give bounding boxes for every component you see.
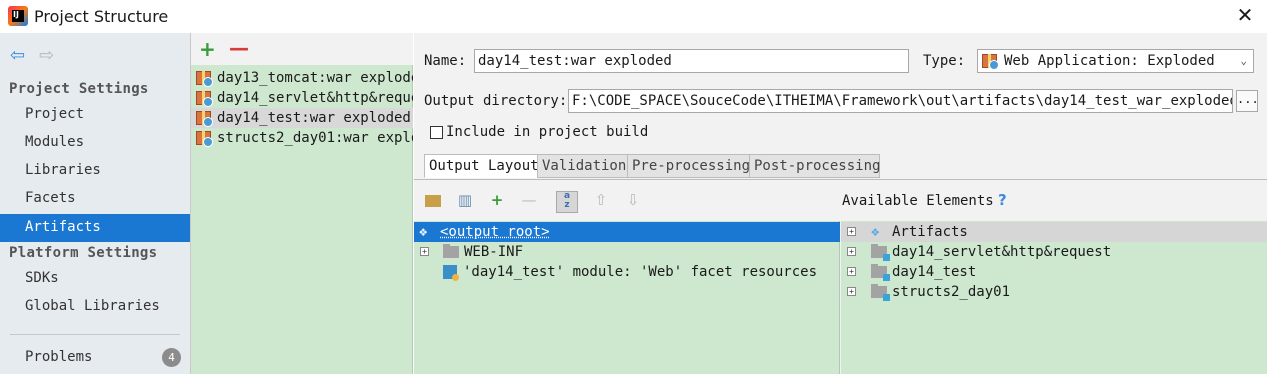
tree-node-label: 'day14_test' module: 'Web' facet resourc… <box>463 264 818 280</box>
sidebar-item-global-libraries[interactable]: Global Libraries <box>0 293 190 321</box>
tree-node-facet-resources[interactable]: 'day14_test' module: 'Web' facet resourc… <box>414 262 840 282</box>
sort-az-icon[interactable]: az <box>556 191 578 213</box>
expand-icon[interactable]: + <box>847 267 856 276</box>
tree-node-label: WEB-INF <box>464 244 524 260</box>
sidebar-item-modules[interactable]: Modules <box>0 129 190 157</box>
module-folder-icon <box>871 244 890 261</box>
output-directory-label: Output directory: <box>424 93 568 109</box>
plus-icon[interactable]: + <box>199 37 216 61</box>
tab-post-processing[interactable]: Post-processing <box>749 154 880 178</box>
tab-pre-processing[interactable]: Pre-processing <box>627 154 750 178</box>
settings-sidebar: ⇦ ⇨ Project Settings Project Modules Libr… <box>0 33 191 374</box>
browse-button[interactable]: ... <box>1236 90 1259 112</box>
type-value: Web Application: Exploded <box>1004 53 1215 69</box>
folder-new-icon[interactable] <box>422 191 444 213</box>
folder-icon <box>443 244 459 258</box>
tree-node-output-root[interactable]: ❖ <output root> <box>414 222 840 242</box>
web-facet-icon <box>443 265 459 281</box>
output-layout-toolbar: ▥ + — az ⇧ ⇩ <box>414 187 1267 219</box>
minus-icon[interactable]: — <box>229 36 249 60</box>
platform-settings-header: Platform Settings <box>9 245 158 261</box>
expand-icon[interactable]: + <box>847 287 856 296</box>
tree-node-artifacts[interactable]: + ❖ Artifacts <box>841 222 1267 242</box>
artifact-item[interactable]: day13_tomcat:war exploded <box>191 68 413 88</box>
war-artifact-icon <box>196 71 213 87</box>
include-in-build-label: Include in project build <box>446 124 649 140</box>
artifact-item[interactable]: day14_test:war exploded <box>191 108 413 128</box>
tab-output-layout[interactable]: Output Layout <box>424 154 539 178</box>
artifacts-list-panel: + — day13_tomcat:war exploded day14_serv… <box>191 33 413 374</box>
help-icon[interactable]: ? <box>998 191 1007 209</box>
expand-icon[interactable]: + <box>847 227 856 236</box>
window-title: Project Structure <box>34 7 169 26</box>
output-root-icon: ❖ <box>419 224 428 240</box>
artifact-item[interactable]: structs2_day01:war exploded <box>191 128 413 148</box>
tree-node-web-inf[interactable]: + WEB-INF <box>414 242 840 262</box>
war-artifact-icon <box>196 131 213 147</box>
artifact-label: day14_test:war exploded <box>217 110 411 126</box>
artifact-item[interactable]: day14_servlet&http&request <box>191 88 413 108</box>
war-artifact-icon <box>196 111 213 127</box>
war-artifact-icon <box>196 91 213 107</box>
tree-node-module[interactable]: + day14_test <box>841 262 1267 282</box>
forward-arrow-icon[interactable]: ⇨ <box>39 45 54 66</box>
available-elements-label: Available Elements <box>842 193 994 209</box>
close-icon[interactable]: ✕ <box>1233 3 1257 29</box>
tab-validation[interactable]: Validation <box>537 154 628 178</box>
app-icon-text: IJ <box>13 10 19 19</box>
divider <box>10 334 180 335</box>
sidebar-item-problems[interactable]: Problems 4 <box>0 344 190 372</box>
output-directory-field[interactable]: F:\CODE_SPACE\SouceCode\ITHEIMA\Framewor… <box>568 89 1233 113</box>
title-bar: IJ Project Structure ✕ <box>0 0 1267 33</box>
remove-icon[interactable]: — <box>518 191 540 213</box>
type-label: Type: <box>923 53 966 69</box>
tree-node-module[interactable]: + structs2_day01 <box>841 282 1267 302</box>
available-elements-tree: + ❖ Artifacts + day14_servlet&http&reque… <box>841 221 1267 374</box>
move-up-icon[interactable]: ⇧ <box>590 191 612 213</box>
sidebar-item-artifacts[interactable]: Artifacts <box>0 214 190 242</box>
artifacts-icon: ❖ <box>871 224 880 240</box>
move-down-icon[interactable]: ⇩ <box>622 191 644 213</box>
tree-node-label: Artifacts <box>892 224 968 240</box>
sidebar-item-label: Problems <box>25 349 93 365</box>
tree-node-label: day14_test <box>892 264 977 280</box>
sidebar-item-facets[interactable]: Facets <box>0 185 190 213</box>
project-settings-header: Project Settings <box>9 81 149 97</box>
module-folder-icon <box>871 264 890 281</box>
tree-node-label: <output root> <box>440 224 550 240</box>
add-icon[interactable]: + <box>486 191 508 213</box>
problems-count-badge: 4 <box>162 348 181 367</box>
output-layout-tree: ❖ <output root> + WEB-INF 'day14_test' m… <box>414 221 840 374</box>
divider <box>414 179 1267 180</box>
type-dropdown[interactable]: Web Application: Exploded ⌄ <box>977 49 1254 73</box>
sort-z-letter: z <box>564 200 570 210</box>
artifact-detail-panel: Name: day14_test:war exploded Type: Web … <box>414 33 1267 374</box>
tree-node-module[interactable]: + day14_servlet&http&request <box>841 242 1267 262</box>
archive-icon[interactable]: ▥ <box>454 191 476 213</box>
module-folder-icon <box>871 284 890 301</box>
chevron-down-icon: ⌄ <box>1240 54 1247 67</box>
expand-icon[interactable]: + <box>847 247 856 256</box>
artifact-label: day14_servlet&http&request <box>217 90 413 106</box>
artifacts-toolbar: + — <box>191 33 413 65</box>
tree-node-label: day14_servlet&http&request <box>892 244 1112 260</box>
include-in-build-checkbox[interactable] <box>430 126 443 139</box>
sidebar-item-libraries[interactable]: Libraries <box>0 157 190 185</box>
artifact-label: day13_tomcat:war exploded <box>217 70 413 86</box>
name-field[interactable]: day14_test:war exploded <box>474 49 909 73</box>
tree-node-label: structs2_day01 <box>892 284 1011 300</box>
back-arrow-icon[interactable]: ⇦ <box>10 45 25 66</box>
intellij-icon: IJ <box>8 6 28 26</box>
expand-icon[interactable]: + <box>420 247 429 256</box>
war-artifact-icon <box>982 54 999 70</box>
name-label: Name: <box>424 53 467 69</box>
nav-arrows: ⇦ ⇨ <box>10 45 54 66</box>
sidebar-item-project[interactable]: Project <box>0 101 190 129</box>
artifact-label: structs2_day01:war exploded <box>217 130 413 146</box>
sidebar-item-sdks[interactable]: SDKs <box>0 265 190 293</box>
